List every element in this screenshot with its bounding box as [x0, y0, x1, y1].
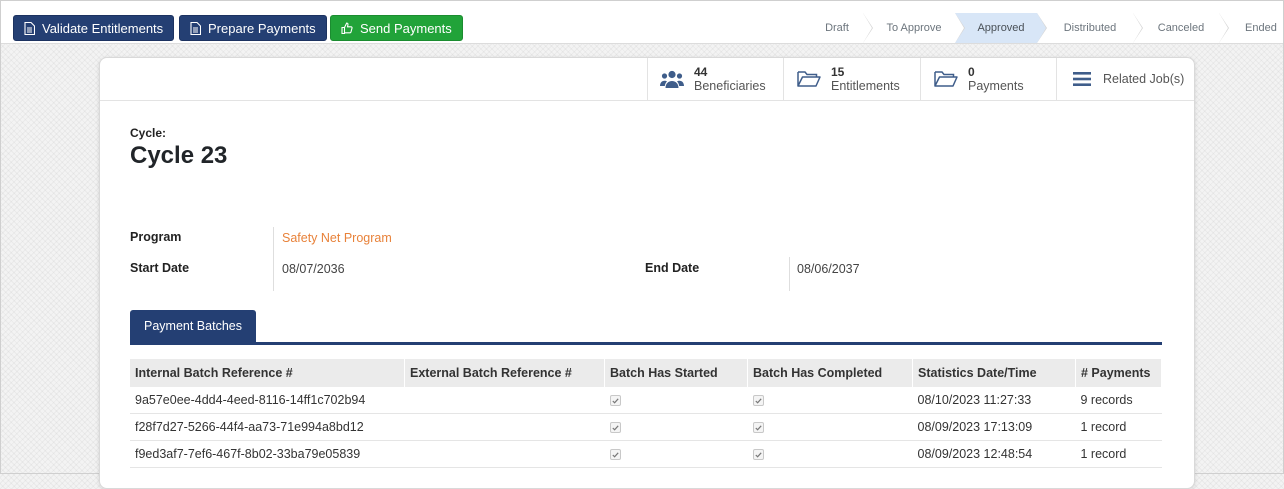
checkbox-checked-icon — [752, 422, 764, 434]
prepare-payments-button[interactable]: Prepare Payments — [179, 15, 327, 41]
batch-started-cell — [604, 387, 748, 414]
column-header-batch-started[interactable]: Batch Has Started — [604, 359, 748, 387]
checkbox-checked-icon — [609, 395, 621, 407]
statistics-datetime-cell: 08/09/2023 17:13:09 — [912, 413, 1076, 441]
send-payments-label: Send Payments — [360, 20, 452, 36]
stage-approved[interactable]: Approved — [955, 13, 1047, 43]
cycle-name: Cycle 23 — [130, 142, 228, 169]
external-ref-cell — [404, 387, 605, 414]
entitlements-label: Entitlements — [831, 78, 900, 93]
internal-ref-cell: f28f7d27-5266-44f4-aa73-71e994a8bd12 — [130, 413, 405, 441]
prepare-payments-label: Prepare Payments — [208, 20, 316, 36]
stage-to-approve[interactable]: To Approve — [863, 13, 965, 43]
program-link[interactable]: Safety Net Program — [282, 231, 392, 245]
status-stage-bar: Draft To Approve Approved Distributed Ca… — [801, 13, 1283, 43]
send-payments-button[interactable]: Send Payments — [330, 15, 463, 41]
cycle-form-card: 44 Beneficiaries 15 Entitlements 0 Payments… — [99, 57, 1195, 489]
payments-count: 0 — [968, 64, 975, 79]
program-label: Program — [130, 230, 182, 244]
tab-payment-batches[interactable]: Payment Batches — [130, 310, 256, 342]
end-date-label: End Date — [645, 261, 700, 275]
field-separator — [273, 227, 274, 291]
start-date-value: 08/07/2036 — [282, 262, 345, 276]
external-ref-cell — [404, 440, 605, 468]
payment-batches-table: Internal Batch Reference # External Batc… — [130, 359, 1162, 468]
beneficiaries-stat-button[interactable]: 44 Beneficiaries — [647, 58, 783, 100]
batch-completed-cell — [747, 413, 913, 441]
related-jobs-button[interactable]: Related Job(s) — [1056, 58, 1194, 100]
smart-buttons-bar: 44 Beneficiaries 15 Entitlements 0 Payments… — [100, 58, 1194, 101]
checkbox-checked-icon — [609, 449, 621, 461]
column-header-batch-completed[interactable]: Batch Has Completed — [747, 359, 913, 387]
document-icon — [190, 21, 201, 35]
validate-entitlements-label: Validate Entitlements — [42, 20, 164, 36]
batch-started-cell — [604, 440, 748, 468]
document-icon — [24, 21, 35, 35]
payments-count-cell: 9 records — [1075, 387, 1162, 414]
end-date-value: 08/06/2037 — [797, 262, 860, 276]
batch-completed-cell — [747, 440, 913, 468]
table-row[interactable]: 9a57e0ee-4dd4-4eed-8116-14ff1c702b94 08/… — [130, 387, 1162, 414]
field-separator — [789, 257, 790, 291]
users-icon — [660, 70, 684, 88]
batch-started-cell — [604, 413, 748, 441]
table-row[interactable]: f9ed3af7-7ef6-467f-8b02-33ba79e05839 08/… — [130, 440, 1162, 468]
statistics-datetime-cell: 08/10/2023 11:27:33 — [912, 387, 1076, 414]
statistics-datetime-cell: 08/09/2023 12:48:54 — [912, 440, 1076, 468]
external-ref-cell — [404, 413, 605, 441]
stage-canceled[interactable]: Canceled — [1133, 13, 1229, 43]
top-toolbar: Validate Entitlements Prepare Payments S… — [1, 1, 1283, 44]
payments-label: Payments — [968, 78, 1024, 93]
stage-distributed[interactable]: Distributed — [1037, 13, 1143, 43]
tab-underline — [130, 342, 1162, 345]
internal-ref-cell: f9ed3af7-7ef6-467f-8b02-33ba79e05839 — [130, 440, 405, 468]
checkbox-checked-icon — [609, 422, 621, 434]
checkbox-checked-icon — [752, 449, 764, 461]
folder-open-icon — [797, 71, 821, 87]
related-jobs-label: Related Job(s) — [1103, 71, 1185, 86]
stage-draft[interactable]: Draft — [801, 13, 873, 43]
internal-ref-cell: 9a57e0ee-4dd4-4eed-8116-14ff1c702b94 — [130, 387, 405, 414]
column-header-external-ref[interactable]: External Batch Reference # — [404, 359, 605, 387]
entitlements-count: 15 — [831, 64, 845, 79]
column-header-payments[interactable]: # Payments — [1075, 359, 1162, 387]
beneficiaries-label: Beneficiaries — [694, 78, 766, 93]
payments-stat-button[interactable]: 0 Payments — [920, 58, 1056, 100]
payments-count-cell: 1 record — [1075, 413, 1162, 441]
entitlements-stat-button[interactable]: 15 Entitlements — [783, 58, 920, 100]
start-date-label: Start Date — [130, 261, 190, 275]
folder-open-icon — [934, 71, 958, 87]
cycle-field-label: Cycle: — [130, 126, 167, 140]
thumbs-up-icon — [341, 22, 353, 34]
validate-entitlements-button[interactable]: Validate Entitlements — [13, 15, 175, 41]
payments-count-cell: 1 record — [1075, 440, 1162, 468]
column-header-internal-ref[interactable]: Internal Batch Reference # — [130, 359, 405, 387]
table-header-row: Internal Batch Reference # External Batc… — [130, 359, 1162, 387]
beneficiaries-count: 44 — [694, 64, 708, 79]
checkbox-checked-icon — [752, 395, 764, 407]
list-icon — [1073, 72, 1091, 86]
table-row[interactable]: f28f7d27-5266-44f4-aa73-71e994a8bd12 08/… — [130, 413, 1162, 441]
column-header-statistics-datetime[interactable]: Statistics Date/Time — [912, 359, 1076, 387]
batch-completed-cell — [747, 387, 913, 414]
